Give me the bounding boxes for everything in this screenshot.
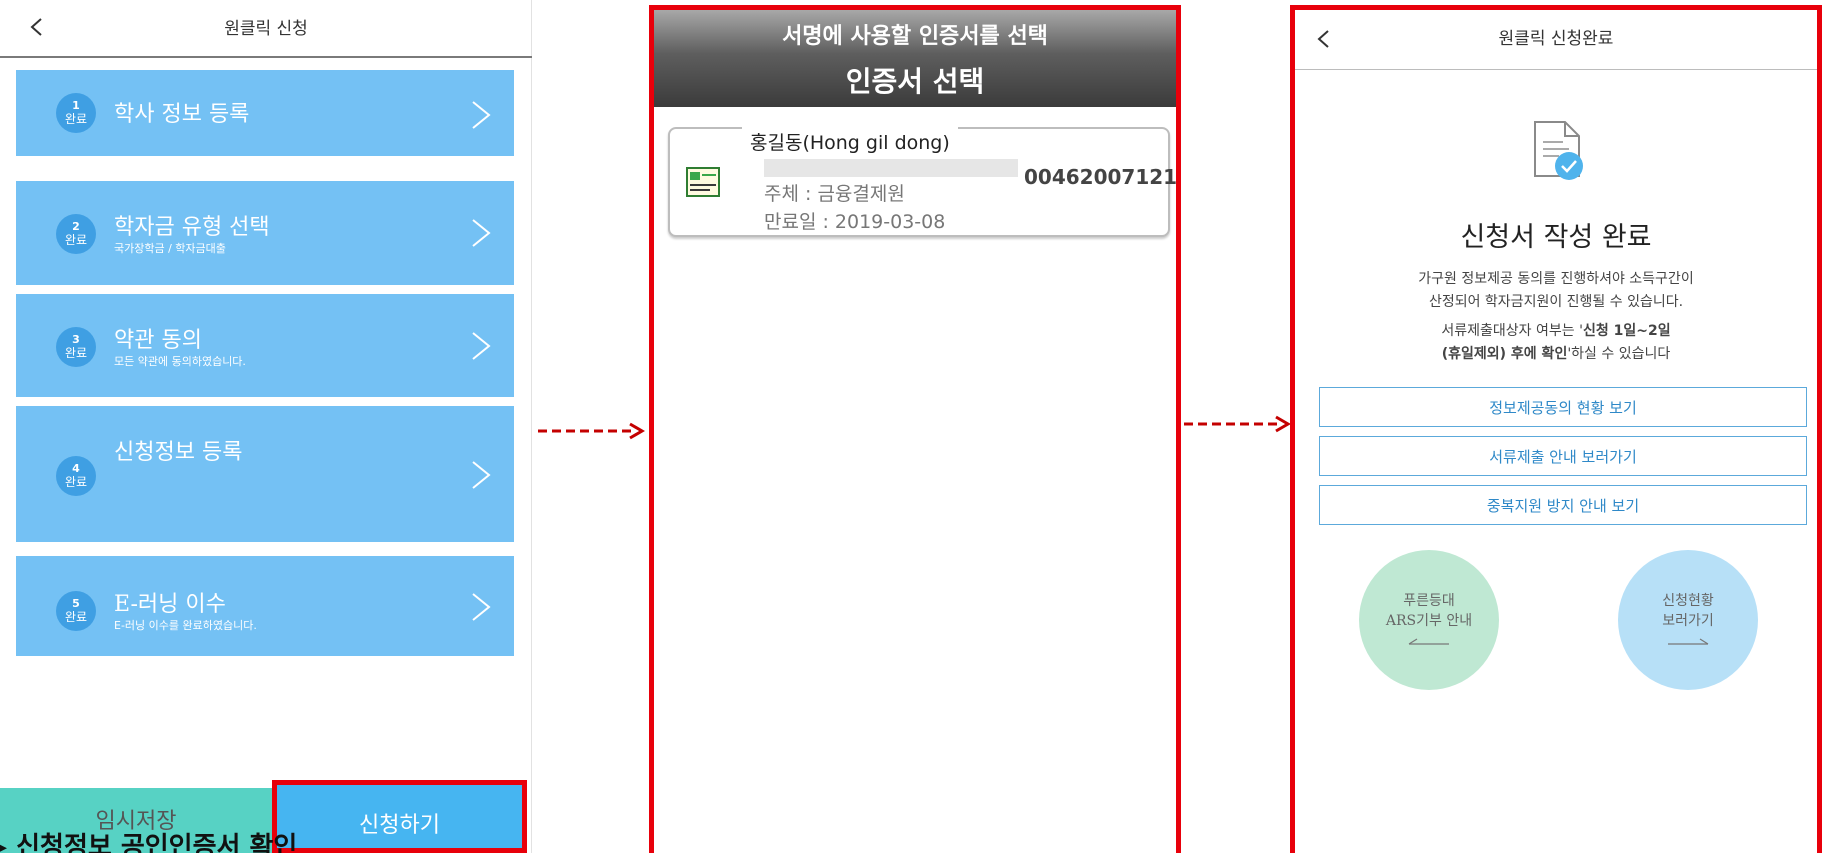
step-card-5[interactable]: 5 완료 E-러닝 이수 E-러닝 이수를 완료하였습니다. bbox=[16, 556, 514, 656]
notice-line1: 서류제출대상자 여부는 '신청 1일~2일 bbox=[1295, 320, 1817, 340]
document-check-icon bbox=[1534, 121, 1583, 180]
step-status: 완료 bbox=[64, 346, 88, 360]
step-number: 4 bbox=[72, 462, 80, 475]
certificate-header: 서명에 사용할 인증서를 선택 인증서 선택 bbox=[654, 10, 1176, 107]
certificate-owner: 홍길동(Hong gil dong) bbox=[742, 126, 958, 157]
apply-button[interactable]: 신청하기 bbox=[272, 780, 527, 853]
header-bar: 원클릭 신청 bbox=[0, 0, 532, 58]
chevron-right-icon bbox=[472, 219, 491, 247]
page-title: 원클릭 신청완료 bbox=[1498, 29, 1614, 49]
arrow-right-icon bbox=[1668, 638, 1709, 645]
step-badge-5: 5 완료 bbox=[56, 591, 96, 631]
step-title: 신청정보 등록 bbox=[114, 440, 243, 465]
certificate-select-screen: 서명에 사용할 인증서를 선택 인증서 선택 00462007121... 주체… bbox=[649, 5, 1181, 853]
application-screen: 원클릭 신청 1 완료 학사 정보 등록 2 완료 학자금 유형 선택 국가장학… bbox=[0, 0, 532, 853]
certificate-title: 인증서 선택 bbox=[845, 65, 985, 98]
certificate-serial: 00462007121... bbox=[1024, 165, 1178, 189]
ars-donation-button[interactable]: 푸른등대 ARS기부 안내 bbox=[1359, 550, 1499, 690]
circle-label-line2: ARS기부 안내 bbox=[1385, 613, 1473, 629]
application-complete-screen: 원클릭 신청완료 신청서 작성 완료 가구원 정보제공 동의를 진행하셔야 소득… bbox=[1290, 5, 1822, 853]
header-bar: 원클릭 신청완료 bbox=[1295, 10, 1817, 70]
step-title: 약관 동의 bbox=[114, 328, 202, 353]
step-status: 완료 bbox=[64, 233, 88, 247]
step-badge-2: 2 완료 bbox=[56, 214, 96, 254]
step-card-1[interactable]: 1 완료 학사 정보 등록 bbox=[16, 70, 514, 156]
notice-text: 서류제출대상자 여부는 ' bbox=[1441, 323, 1583, 339]
step-status: 완료 bbox=[64, 610, 88, 624]
completion-title: 신청서 작성 완료 bbox=[1460, 222, 1652, 253]
step-subtitle: 모든 약관에 동의하였습니다. bbox=[114, 355, 246, 368]
step-card-2[interactable]: 2 완료 학자금 유형 선택 국가장학금 / 학자금대출 bbox=[16, 181, 514, 285]
step-status: 완료 bbox=[64, 112, 88, 126]
certificate-icon bbox=[686, 167, 720, 197]
step-number: 2 bbox=[72, 220, 80, 233]
duplicate-support-guide-button[interactable]: 중복지원 방지 안내 보기 bbox=[1319, 485, 1807, 525]
completion-desc-line1: 가구원 정보제공 동의를 진행하셔야 소득구간이 bbox=[1418, 271, 1694, 287]
step-subtitle: 국가장학금 / 학자금대출 bbox=[114, 242, 226, 255]
notice-text: '하실 수 있습니다 bbox=[1567, 346, 1671, 362]
step-title: 학자금 유형 선택 bbox=[114, 215, 270, 240]
step-number: 3 bbox=[72, 333, 80, 346]
notice-bold-text: (휴일제외) 후에 확인 bbox=[1441, 346, 1568, 362]
step-badge-4: 4 완료 bbox=[56, 456, 96, 496]
step-subtitle: E-러닝 이수를 완료하였습니다. bbox=[114, 619, 257, 632]
step-status: 완료 bbox=[64, 475, 88, 489]
completion-desc-line2: 산정되어 학자금지원이 진행될 수 있습니다. bbox=[1428, 294, 1684, 310]
circle-label-line1: 푸른등대 bbox=[1403, 593, 1455, 609]
step-caption: ▸ 신청정보 공인인증서 확인 bbox=[0, 826, 297, 853]
certificate-name-redacted bbox=[764, 159, 1018, 177]
step-badge-3: 3 완료 bbox=[56, 327, 96, 367]
chevron-right-icon bbox=[472, 461, 491, 489]
circle-label-line1: 신청현황 bbox=[1662, 593, 1714, 609]
circle-label-line2: 보러가기 bbox=[1662, 613, 1714, 629]
document-guide-button[interactable]: 서류제출 안내 보러가기 bbox=[1319, 436, 1807, 476]
step-badge-1: 1 완료 bbox=[56, 93, 96, 133]
page-title: 원클릭 신청 bbox=[224, 19, 308, 39]
flow-arrow-icon bbox=[538, 422, 645, 440]
step-number: 5 bbox=[72, 597, 80, 610]
caption-text: 신청정보 공인인증서 확인 bbox=[16, 832, 298, 853]
chevron-right-icon bbox=[472, 332, 491, 360]
step-number: 1 bbox=[72, 99, 80, 112]
notice-line2: (휴일제외) 후에 확인'하실 수 있습니다 bbox=[1295, 343, 1817, 363]
step-title: E-러닝 이수 bbox=[114, 592, 226, 617]
step-card-4[interactable]: 4 완료 신청정보 등록 bbox=[16, 406, 514, 542]
certificate-expiry: 만료일 : 2019-03-08 bbox=[764, 211, 946, 233]
consent-status-button[interactable]: 정보제공동의 현황 보기 bbox=[1319, 387, 1807, 427]
certificate-issuer: 주체 : 금융결제원 bbox=[764, 183, 905, 205]
chevron-right-icon bbox=[472, 101, 491, 129]
certificate-item[interactable]: 00462007121... 주체 : 금융결제원 만료일 : 2019-03-… bbox=[668, 126, 1176, 237]
step-title: 학사 정보 등록 bbox=[114, 102, 250, 127]
flow-arrow-icon bbox=[1184, 415, 1291, 433]
step-card-3[interactable]: 3 완료 약관 동의 모든 약관에 동의하였습니다. bbox=[16, 294, 514, 397]
application-status-button[interactable]: 신청현황 보러가기 bbox=[1618, 550, 1758, 690]
certificate-subheader: 서명에 사용할 인증서를 선택 bbox=[782, 24, 1048, 49]
chevron-right-icon bbox=[472, 593, 491, 621]
arrow-left-icon bbox=[1408, 638, 1449, 645]
notice-bold-text: 신청 1일~2일 bbox=[1582, 323, 1671, 339]
